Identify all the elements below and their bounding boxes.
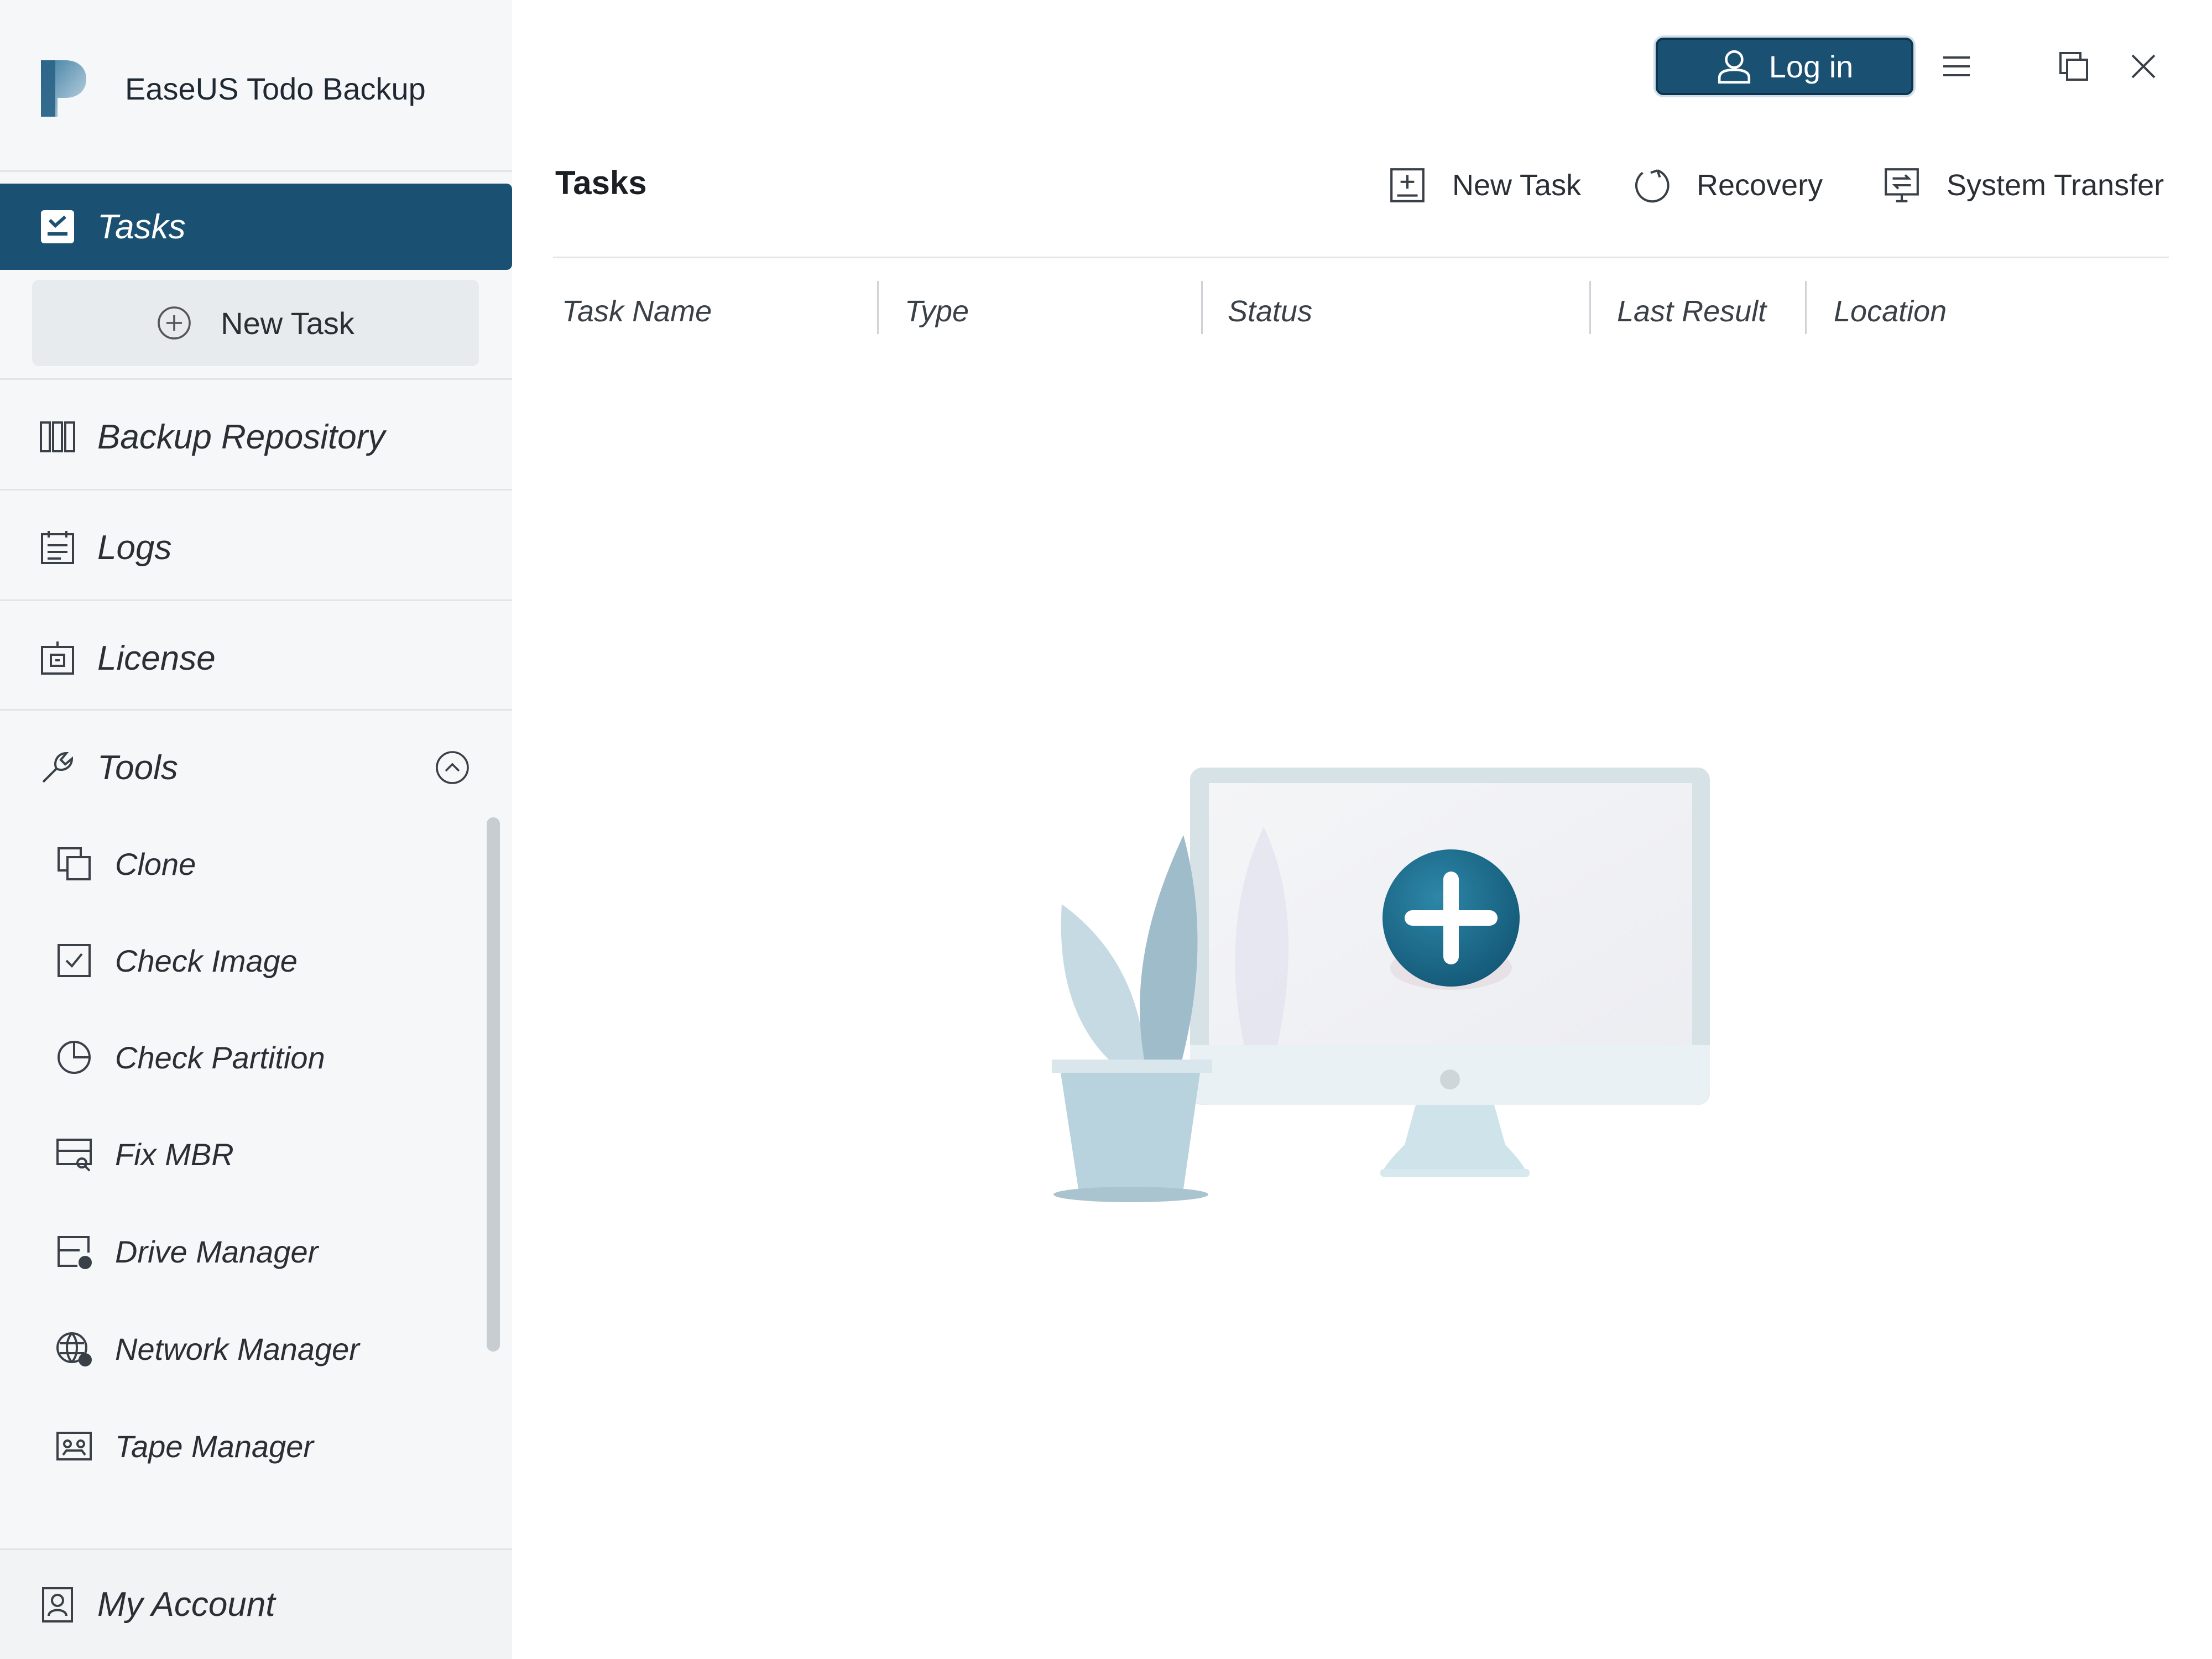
sidebar-divider [0,170,512,172]
empty-state-illustration [1052,768,1710,1202]
chevron-up-icon[interactable] [435,750,470,785]
fix-mbr-icon [56,1139,92,1172]
app-name: EaseUS Todo Backup [125,71,426,106]
sidebar-item-logs[interactable]: Logs [0,504,512,591]
restore-window-icon[interactable] [2057,50,2090,83]
user-icon [1718,50,1750,84]
recovery-label: Recovery [1697,169,1823,202]
sidebar-divider [0,599,512,601]
drive-manager-icon [58,1236,92,1269]
close-icon[interactable] [2127,50,2160,83]
page-title: Tasks [555,164,647,201]
column-header-last-result[interactable]: Last Result [1617,288,1766,335]
column-divider[interactable] [877,281,879,334]
login-label: Log in [1768,49,1854,84]
column-label: Type [905,295,969,328]
column-label: Location [1834,295,1947,328]
plus-circle-icon [158,306,191,340]
column-divider[interactable] [1805,281,1807,334]
sidebar: EaseUS Todo Backup Tasks New Task Backup… [0,0,512,1659]
logs-icon [41,531,74,564]
tools-label: Tools [97,748,178,787]
sidebar-item-tools[interactable]: Tools [0,724,512,811]
tool-item-label: Check Image [115,943,298,978]
new-task-label: New Task [221,305,354,341]
new-task-label: New Task [1452,169,1582,202]
network-manager-icon [56,1332,92,1366]
sidebar-new-task-button[interactable]: New Task [32,280,479,366]
tool-item-tape-manager[interactable]: Tape Manager [0,1413,487,1479]
sidebar-divider [0,489,512,491]
wrench-icon [42,752,74,783]
tool-item-label: Tape Manager [115,1428,314,1464]
login-button[interactable]: Log in [1656,38,1913,95]
column-divider[interactable] [1589,281,1591,334]
account-label: My Account [97,1585,275,1624]
tool-item-check-image[interactable]: Check Image [0,927,487,994]
column-header-task-name[interactable]: Task Name [562,288,712,335]
add-task-button[interactable] [1383,852,1521,990]
tool-item-fix-mbr[interactable]: Fix MBR [0,1121,487,1187]
sidebar-item-my-account[interactable]: My Account [0,1548,512,1659]
repository-icon [40,421,75,452]
tool-item-check-partition[interactable]: Check Partition [0,1024,487,1091]
tool-item-label: Drive Manager [115,1234,319,1269]
tool-item-label: Fix MBR [115,1136,234,1172]
tasks-icon [41,210,74,243]
clone-icon [58,847,91,880]
app-window: EaseUS Todo Backup Tasks New Task Backup… [0,0,2212,1659]
new-task-icon [1390,168,1425,202]
column-label: Last Result [1617,295,1767,328]
easeus-logo-icon [41,60,86,117]
sidebar-item-label: Logs [97,528,172,567]
sidebar-item-license[interactable]: License [0,615,512,701]
sidebar-divider [0,709,512,711]
column-label: Task Name [562,295,712,328]
check-image-icon [58,944,91,977]
system-transfer-label: System Transfer [1947,169,2164,202]
column-header-location[interactable]: Location [1834,288,1947,335]
sidebar-divider [0,378,512,380]
tool-item-label: Check Partition [115,1040,325,1075]
check-partition-icon [58,1041,91,1074]
column-divider[interactable] [1201,281,1203,334]
header-divider [553,257,2169,258]
tool-item-network-manager[interactable]: Network Manager [0,1316,487,1382]
sidebar-item-backup-repository[interactable]: Backup Repository [0,394,512,480]
menu-icon[interactable] [1940,50,1973,83]
column-header-status[interactable]: Status [1228,288,1312,335]
license-icon [41,641,74,675]
sidebar-item-tasks[interactable]: Tasks [0,184,512,270]
tool-item-drive-manager[interactable]: Drive Manager [0,1218,487,1285]
recovery-icon [1635,169,1670,203]
sidebar-item-label: Backup Repository [97,418,385,456]
sidebar-item-label: Tasks [97,207,186,246]
sidebar-scrollbar[interactable] [487,817,500,1352]
column-header-type[interactable]: Type [905,288,969,335]
tool-item-label: Network Manager [115,1331,359,1366]
tool-item-clone[interactable]: Clone [0,831,487,897]
brand: EaseUS Todo Backup [39,55,426,122]
recovery-button[interactable]: Recovery [1632,160,1823,210]
system-transfer-button[interactable]: System Transfer [1882,160,2164,210]
tool-item-label: Clone [115,846,196,881]
column-label: Status [1228,295,1313,328]
tape-manager-icon [56,1432,92,1460]
system-transfer-icon [1885,168,1919,202]
account-icon [42,1587,73,1623]
new-task-button[interactable]: New Task [1388,160,1581,210]
sidebar-item-label: License [97,639,216,677]
